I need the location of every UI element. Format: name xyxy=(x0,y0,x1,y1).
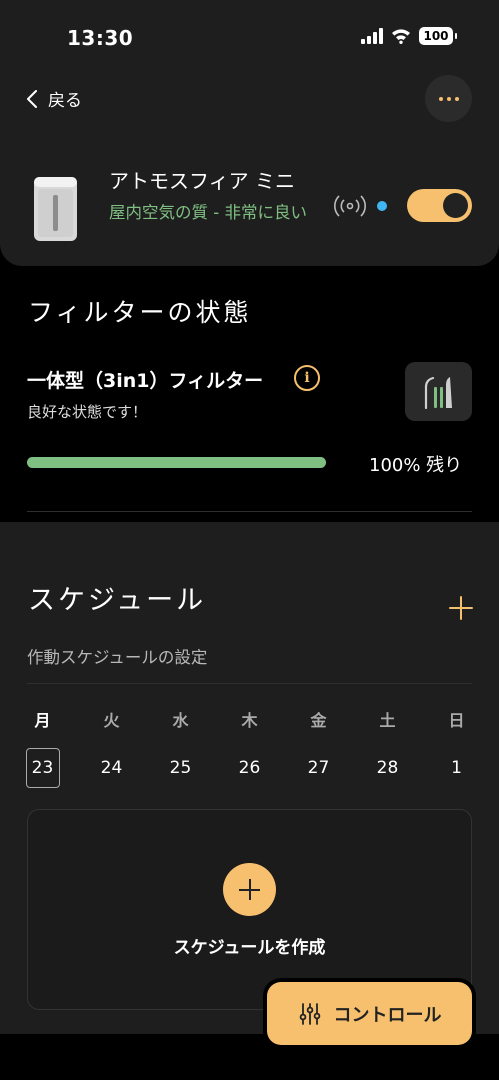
date-label: 28 xyxy=(376,758,399,778)
date-label: 23 xyxy=(25,748,60,788)
filter-section-title: フィルターの状態 xyxy=(28,298,252,327)
more-dot-icon xyxy=(446,96,451,101)
date-cell[interactable]: 25 xyxy=(146,748,215,788)
weekday-label: 日 xyxy=(448,711,465,730)
status-icons: 100 xyxy=(361,27,457,45)
control-button-label: コントロール xyxy=(333,1004,442,1026)
sliders-icon xyxy=(299,1002,320,1025)
date-label: 26 xyxy=(238,758,261,778)
date-cell[interactable]: 26 xyxy=(215,748,284,788)
air-quality-status: 屋内空気の質 - 非常に良い xyxy=(109,203,307,222)
filter-icon xyxy=(424,376,452,409)
connection-status-dot xyxy=(377,201,387,211)
date-cell[interactable]: 24 xyxy=(77,748,146,788)
divider xyxy=(27,511,472,512)
chevron-left-icon xyxy=(27,89,37,108)
weekday-label: 土 xyxy=(379,711,396,730)
weekday-label: 火 xyxy=(103,711,120,730)
weekday-label: 月 xyxy=(34,711,51,730)
date-label: 27 xyxy=(307,758,330,778)
weekday-label: 木 xyxy=(241,711,258,730)
weekday-label: 水 xyxy=(172,711,189,730)
battery-icon: 100 xyxy=(419,27,457,45)
plus-icon[interactable] xyxy=(223,863,276,916)
info-icon[interactable]: i xyxy=(294,365,320,391)
schedule-section-title: スケジュール xyxy=(28,585,207,616)
schedule-subtitle: 作動スケジュールの設定 xyxy=(27,648,208,667)
more-dot-icon xyxy=(454,96,459,101)
filter-life-fill xyxy=(27,457,326,468)
date-cell[interactable]: 27 xyxy=(284,748,353,788)
date-label: 25 xyxy=(169,758,192,778)
cellular-signal-icon xyxy=(361,28,383,44)
filter-details-button[interactable] xyxy=(405,362,472,421)
back-label: 戻る xyxy=(48,91,82,111)
back-button[interactable]: 戻る xyxy=(26,86,82,111)
date-cell[interactable]: 23 xyxy=(8,748,77,788)
connection-signal-icon xyxy=(334,195,366,217)
toggle-knob xyxy=(443,193,468,218)
weekday-label: 金 xyxy=(310,711,327,730)
date-cell[interactable]: 28 xyxy=(353,748,422,788)
control-button[interactable]: コントロール xyxy=(267,982,472,1045)
date-cell[interactable]: 1 xyxy=(422,748,491,788)
add-schedule-icon[interactable] xyxy=(448,595,474,621)
create-schedule-label[interactable]: スケジュールを作成 xyxy=(0,933,499,958)
power-toggle[interactable] xyxy=(407,189,472,222)
weekday-row: 月火水木金土日 xyxy=(8,707,491,731)
more-options-button[interactable] xyxy=(425,75,472,122)
air-purifier-image xyxy=(34,177,77,241)
filter-name: 一体型（3in1）フィルター xyxy=(27,370,264,392)
device-name: アトモスフィア ミニ xyxy=(109,169,295,193)
filter-life-bar xyxy=(27,457,326,468)
status-time: 13:30 xyxy=(67,26,134,50)
filter-remaining-label: 100% 残り xyxy=(369,455,463,476)
divider xyxy=(27,683,472,684)
filter-status: 良好な状態です！ xyxy=(27,403,148,421)
wifi-icon xyxy=(392,29,410,44)
date-row: 23 24 25 26 27 28 1 xyxy=(8,748,491,788)
more-dot-icon xyxy=(438,96,443,101)
date-label: 1 xyxy=(451,758,462,778)
date-label: 24 xyxy=(100,758,123,778)
